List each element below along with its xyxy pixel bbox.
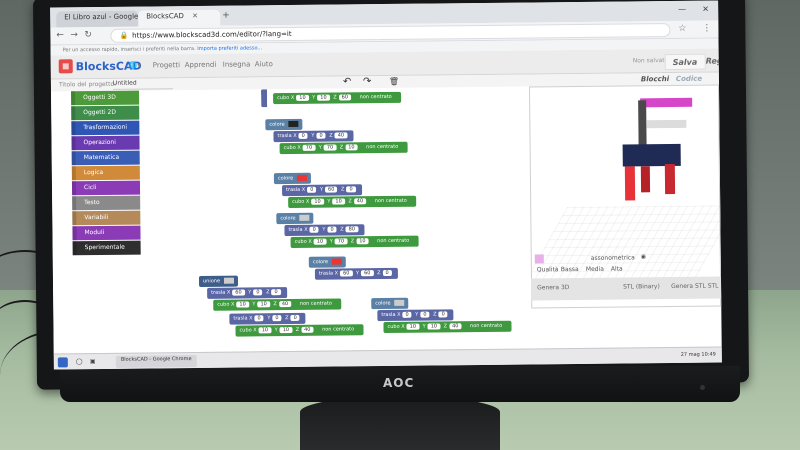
cube-block[interactable]: cubo X 10 Y 10 Z 40 non centrato xyxy=(235,324,364,337)
quality-option-high[interactable]: Alta xyxy=(611,266,623,273)
translate-block[interactable]: trasla X 60 Y0 Z0 xyxy=(207,287,287,299)
menu-progetti[interactable]: Progetti xyxy=(153,61,180,69)
bookmarks-hint: Per un accesso rapido, inserisci i prefe… xyxy=(62,45,196,54)
save-status: Non salvato xyxy=(632,57,669,65)
new-tab-icon[interactable]: + xyxy=(222,11,230,21)
url-text: https://www.blockscad3d.com/editor/?lang… xyxy=(132,29,292,40)
files-launcher-icon[interactable]: ▣ xyxy=(90,358,96,365)
monitor-stand xyxy=(300,396,500,450)
monitor-brand-logo: AOC xyxy=(383,376,415,390)
color-swatch[interactable] xyxy=(332,258,343,265)
forward-icon[interactable]: → xyxy=(70,30,78,40)
taskbar-task[interactable]: BlocksCAD - Google Chrome xyxy=(115,354,197,368)
toolbox-category[interactable]: Cicli xyxy=(71,180,141,196)
screen: El Libro azul - Google Drive BlocksCAD ✕… xyxy=(50,0,722,370)
tab-code[interactable]: Codice xyxy=(676,75,702,83)
generate-3d-button[interactable]: Genera 3D xyxy=(537,284,569,291)
menu-apprendi[interactable]: Apprendi xyxy=(185,61,217,69)
menu-aiuto[interactable]: Aiuto xyxy=(255,60,273,68)
color-block[interactable]: colore xyxy=(273,172,312,185)
zoom-select[interactable]: assonometrica xyxy=(591,254,635,261)
cube-block[interactable]: cubo X 10 Y 10 Z 40 non centrato xyxy=(288,195,416,209)
chair-leg xyxy=(624,166,636,201)
color-swatch-picker[interactable] xyxy=(534,254,544,264)
tab-blocks[interactable]: Blocchi xyxy=(641,75,669,83)
chair-leg xyxy=(664,163,676,195)
register-button[interactable]: Registrati xyxy=(699,53,722,70)
color-block[interactable]: colore xyxy=(308,256,347,268)
cube-block[interactable]: cubo X 10 Y 10 Z 40 non centrato xyxy=(383,320,512,334)
toolbox-category[interactable]: Testo xyxy=(72,195,141,211)
cube-block[interactable]: cubo X 10 Y 70 Z 10 non centrato xyxy=(290,235,419,249)
toolbox-category[interactable]: Logica xyxy=(71,165,140,181)
chair-backrest-top xyxy=(640,97,693,108)
browser-launcher-icon[interactable]: ◯ xyxy=(76,358,83,365)
logo-cube-icon xyxy=(58,59,73,74)
quality-label: Qualità xyxy=(536,266,559,274)
reset-view-icon[interactable]: ◉ xyxy=(641,253,646,260)
tab-blockscad[interactable]: BlocksCAD ✕ xyxy=(138,9,221,27)
minimize-icon[interactable]: — xyxy=(678,5,686,14)
lock-icon: 🔒 xyxy=(119,31,129,40)
globe-icon[interactable]: 🌐▾ xyxy=(129,62,141,70)
close-window-icon[interactable]: ✕ xyxy=(702,5,709,14)
quality-bar: Qualità Bassa Media Alta xyxy=(531,264,721,276)
trash-icon[interactable]: 🗑 xyxy=(389,77,399,86)
color-block[interactable]: colore xyxy=(371,297,409,310)
color-swatch[interactable] xyxy=(299,214,310,221)
color-swatch[interactable] xyxy=(297,174,308,181)
quality-option-low[interactable]: Bassa xyxy=(561,266,579,273)
toolbox-category[interactable]: Matematica xyxy=(71,150,140,166)
toolbox-category[interactable]: Oggetti 2D xyxy=(71,105,140,121)
redo-icon[interactable]: ↷ xyxy=(363,76,372,87)
toolbox-category[interactable]: Oggetti 3D xyxy=(71,90,140,106)
undo-icon[interactable]: ↶ xyxy=(343,76,352,87)
bookmark-star-icon[interactable]: ☆ xyxy=(678,24,686,34)
cube-block[interactable]: cubo X 10 Y 10 Z 40 non centrato xyxy=(213,298,341,311)
toolbox-category[interactable]: Variabili xyxy=(72,210,141,226)
tab-label: BlocksCAD xyxy=(146,12,184,21)
union-block[interactable]: unione xyxy=(198,275,239,287)
chair-leg xyxy=(640,166,651,193)
close-icon[interactable]: ✕ xyxy=(192,12,198,20)
blocks-workspace[interactable]: Oggetti 3D Oggetti 2D Trasformazioni Operaz… xyxy=(51,76,529,354)
chair-backrest-bar xyxy=(646,119,687,129)
color-swatch[interactable] xyxy=(288,120,299,128)
import-bookmarks-link[interactable]: Importa preferiti adesso... xyxy=(197,45,262,52)
color-swatch[interactable] xyxy=(394,299,405,306)
system-clock[interactable]: 27 mag 10:49 xyxy=(681,352,716,358)
toolbox-category[interactable]: Sperimentale xyxy=(72,240,141,256)
back-icon[interactable]: ← xyxy=(56,30,64,40)
menu-insegna[interactable]: Insegna xyxy=(223,60,251,68)
toolbox-category[interactable]: Moduli xyxy=(72,225,141,241)
cube-block[interactable]: cubo X 70 Y 70 Z 10 non centrato xyxy=(279,141,408,155)
translate-block[interactable]: trasla X0 Y0 Z 80 xyxy=(284,224,365,237)
toolbox-category[interactable]: Trasformazioni xyxy=(71,120,140,136)
color-block[interactable]: colore xyxy=(276,212,314,225)
translate-block[interactable]: trasla X0 Y0 Z0 xyxy=(377,309,454,322)
quality-option-medium[interactable]: Media xyxy=(586,266,604,273)
translate-block[interactable]: trasla X0 Y0 Z0 xyxy=(229,312,306,325)
menu-icon[interactable]: ⋮ xyxy=(702,24,711,34)
generate-stl-button[interactable]: Genera STL STL xyxy=(671,283,719,290)
project-title-input[interactable]: Untitled xyxy=(112,79,173,90)
toolbox-category[interactable]: Operazioni xyxy=(71,135,140,151)
start-menu-icon[interactable] xyxy=(57,357,68,368)
translate-block[interactable]: trasla X0 Y 60 Z0 xyxy=(281,184,362,197)
tab-label: El Libro azul - Google Drive xyxy=(64,12,139,22)
reload-icon[interactable]: ↻ xyxy=(84,30,92,40)
project-title-label: Titolo del progetto: xyxy=(58,80,117,89)
cube-block[interactable]: cubo X 10 Y 10 Z 60 non centrato xyxy=(273,91,401,105)
color-block[interactable]: colore xyxy=(265,118,303,131)
toolbox: Oggetti 3D Oggetti 2D Trasformazioni Operaz… xyxy=(71,90,141,257)
power-button[interactable] xyxy=(700,385,705,390)
translate-block[interactable]: trasla X 60 Y 60 Z0 xyxy=(314,267,398,280)
generate-bar: Genera 3D STL (Binary) Genera STL STL xyxy=(530,276,722,301)
translate-block[interactable]: trasla X0 Y0 Z 40 xyxy=(273,130,354,143)
stl-format-select[interactable]: STL (Binary) xyxy=(623,283,660,290)
tab-drive[interactable]: El Libro azul - Google Drive xyxy=(56,10,139,28)
